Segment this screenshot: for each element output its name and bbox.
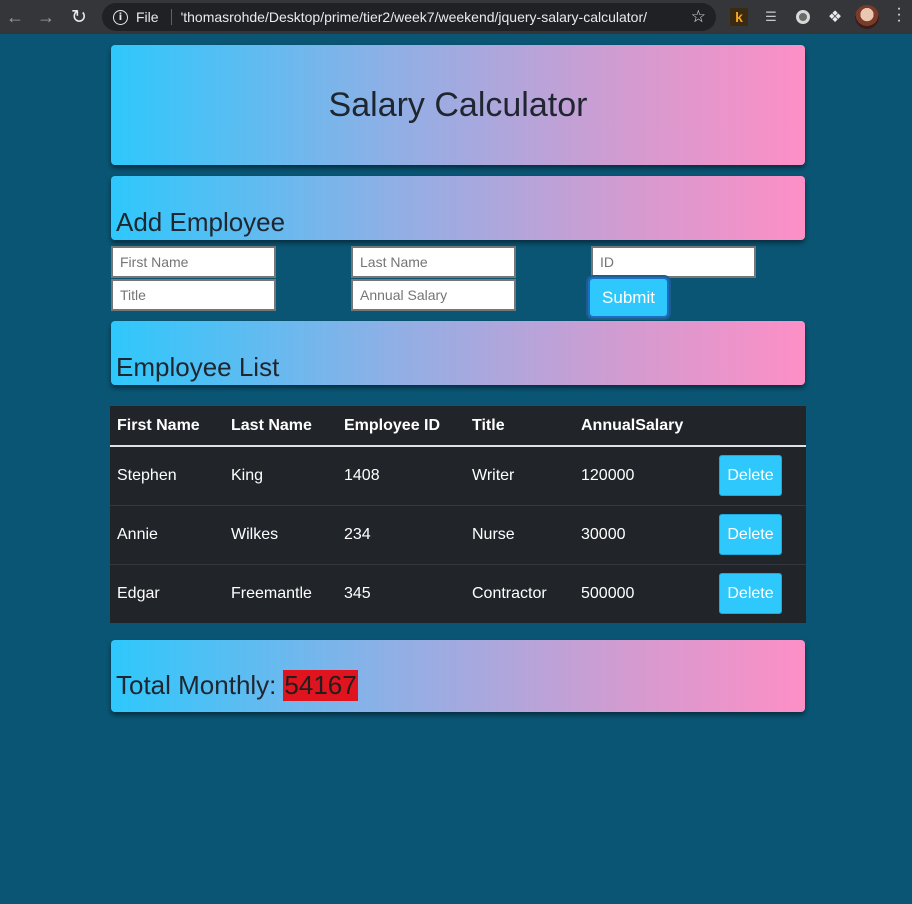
puzzle-icon[interactable]: ❖ [826,8,844,26]
url-value: 'thomasrohde/Desktop/prime/tier2/week7/w… [180,9,648,25]
column-header-title: Title [465,406,574,447]
circle-extension-icon[interactable] [794,8,812,26]
annual-salary-input[interactable] [351,279,516,311]
cell-first-name: Stephen [117,466,177,484]
profile-avatar[interactable] [855,5,879,29]
column-header-last-name: Last Name [224,406,337,447]
cell-last-name: King [231,466,264,484]
cell-employee-id: 1408 [344,466,380,484]
total-monthly-banner: Total Monthly: 54167 [111,640,805,712]
cell-annual-salary: 30000 [574,504,712,564]
file-scheme-label: File [136,9,159,25]
table-row: Stephen King 1408 Writer 120000 Delete [110,446,806,505]
omnibox-divider [170,9,172,25]
k-extension-icon[interactable]: k [730,8,748,26]
delete-button[interactable]: Delete [719,455,782,497]
reload-icon[interactable]: ↻ [62,0,96,34]
address-bar[interactable]: i File 'thomasrohde/Desktop/prime/tier2/… [102,3,716,31]
table-row: Edgar Freemantle 345 Contractor 500000 D… [110,563,806,623]
back-arrow-icon[interactable]: ← [0,0,30,34]
add-employee-banner: Add Employee [111,176,805,240]
employee-list-banner: Employee List [111,321,805,385]
kebab-menu-icon[interactable]: · · · [894,1,904,29]
cell-actions: Delete [712,504,806,564]
cell-title: Contractor [465,563,574,623]
delete-button[interactable]: Delete [719,514,782,555]
url-text[interactable]: 'thomasrohde/Desktop/prime/tier2/week7/w… [181,9,689,25]
column-header-annual-salary: AnnualSalary [574,406,712,447]
cell-annual-salary: 500000 [574,563,712,623]
cell-actions: Delete [712,563,806,623]
total-monthly: Total Monthly: 54167 [116,670,358,701]
table-row: Annie Wilkes 234 Nurse 30000 Delete [110,504,806,564]
page-title: Salary Calculator [328,85,588,124]
cell-title: Writer [472,466,515,484]
cell-employee-id: 234 [337,504,465,564]
id-input[interactable] [591,246,756,278]
employee-list-heading: Employee List [116,352,280,382]
cell-title: Nurse [465,504,574,564]
header-banner: Salary Calculator [111,45,805,165]
column-header-employee-id: Employee ID [337,406,465,447]
delete-button[interactable]: Delete [719,573,782,615]
cell-first-name: Edgar [110,563,224,623]
employee-table: First Name Last Name Employee ID Title A… [110,406,806,623]
add-employee-heading: Add Employee [116,207,286,237]
stack-extension-icon[interactable]: ☰ [762,8,780,26]
title-input[interactable] [111,279,276,311]
table-header-row: First Name Last Name Employee ID Title A… [110,406,806,447]
cell-annual-salary: 120000 [581,466,635,484]
last-name-input[interactable] [351,246,516,278]
first-name-input[interactable] [111,246,276,278]
cell-first-name: Annie [110,504,224,564]
bookmark-star-icon[interactable]: ☆ [691,7,706,27]
cell-actions: Delete [712,446,806,505]
info-icon[interactable]: i [113,9,128,25]
submit-button[interactable]: Submit [588,277,669,318]
total-monthly-value: 54167 [283,670,358,701]
cell-last-name: Freemantle [224,563,337,623]
cell-employee-id: 345 [337,563,465,623]
forward-arrow-icon[interactable]: → [30,0,62,34]
total-monthly-label: Total Monthly: [116,670,277,700]
column-header-first-name: First Name [110,406,224,447]
cell-last-name: Wilkes [224,504,337,564]
browser-toolbar: ← → ↻ i File 'thomasrohde/Desktop/prime/… [0,0,912,34]
column-header-actions [712,406,806,447]
